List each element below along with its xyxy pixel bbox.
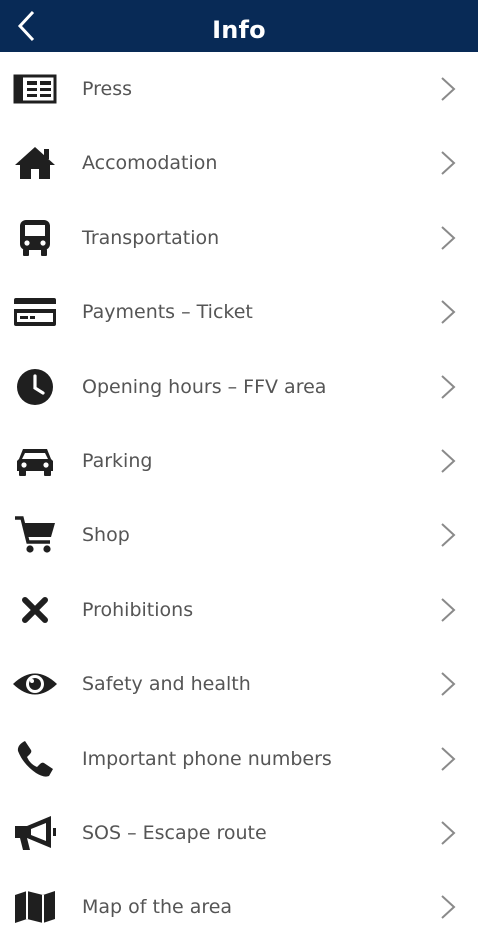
chevron-right-icon — [441, 77, 456, 101]
shopping-cart-icon — [12, 516, 58, 554]
list-item-label: SOS – Escape route — [82, 821, 267, 844]
list-item-label: Important phone numbers — [82, 747, 332, 770]
list-item-label: Prohibitions — [82, 598, 194, 621]
list-item-prohibitions[interactable]: Prohibitions — [0, 573, 478, 647]
list-item-parking[interactable]: Parking — [0, 424, 478, 498]
list-item-shop[interactable]: Shop — [0, 498, 478, 572]
page-title: Info — [212, 16, 266, 44]
chevron-right-icon — [441, 523, 456, 548]
clock-icon — [12, 368, 58, 406]
chevron-right-icon — [441, 300, 456, 324]
credit-card-icon — [12, 293, 58, 331]
chevron-right-icon — [441, 449, 456, 473]
list-item-map-of-the-area[interactable]: Map of the area — [0, 870, 478, 944]
list-item-label: Opening hours – FFV area — [82, 375, 327, 398]
list-item-transportation[interactable]: Transportation — [0, 201, 478, 275]
list-item-press[interactable]: Press — [0, 52, 478, 126]
chevron-right-icon — [441, 374, 456, 399]
app-header: Info — [0, 0, 478, 52]
list-item-safety-and-health[interactable]: Safety and health — [0, 647, 478, 721]
car-icon — [12, 442, 58, 480]
newspaper-icon — [12, 70, 58, 108]
list-item-opening-hours[interactable]: Opening hours – FFV area — [0, 350, 478, 424]
chevron-right-icon — [441, 151, 456, 176]
list-item-label: Payments – Ticket — [82, 301, 253, 324]
list-item-important-phone-numbers[interactable]: Important phone numbers — [0, 722, 478, 796]
list-item-payments-ticket[interactable]: Payments – Ticket — [0, 275, 478, 349]
chevron-right-icon — [441, 895, 456, 920]
x-mark-icon — [12, 591, 58, 629]
chevron-right-icon — [441, 746, 456, 771]
list-item-label: Shop — [82, 524, 130, 547]
list-item-label: Accomodation — [82, 152, 218, 175]
list-item-label: Transportation — [82, 226, 220, 249]
bus-icon — [12, 219, 58, 257]
phone-icon — [12, 740, 58, 778]
map-icon — [12, 888, 58, 926]
list-item-sos-escape-route[interactable]: SOS – Escape route — [0, 796, 478, 870]
list-item-label: Parking — [82, 449, 153, 472]
chevron-right-icon — [441, 821, 456, 845]
info-list: Press Accomodation Transportation Paymen… — [0, 52, 478, 945]
megaphone-icon — [12, 814, 58, 852]
list-item-label: Map of the area — [82, 896, 233, 919]
chevron-right-icon — [441, 226, 456, 250]
list-item-accomodation[interactable]: Accomodation — [0, 126, 478, 200]
chevron-right-icon — [441, 672, 456, 696]
eye-icon — [12, 665, 58, 703]
chevron-right-icon — [441, 597, 456, 622]
list-item-label: Press — [82, 78, 133, 100]
house-icon — [12, 144, 58, 182]
list-item-label: Safety and health — [82, 673, 251, 696]
